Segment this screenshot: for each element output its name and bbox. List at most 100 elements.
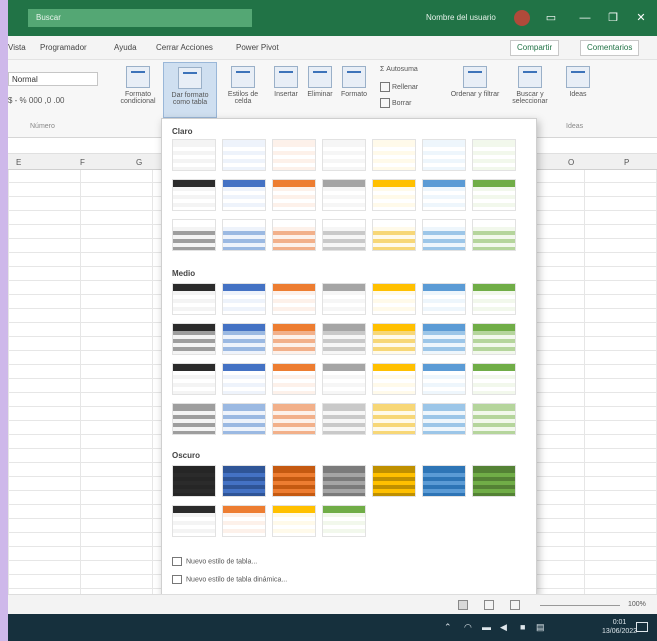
avatar[interactable] bbox=[514, 10, 530, 26]
table-style-swatch[interactable] bbox=[272, 139, 316, 171]
table-style-swatch[interactable] bbox=[322, 283, 366, 315]
table-style-swatch[interactable] bbox=[272, 219, 316, 251]
network-icon[interactable]: ■ bbox=[520, 622, 525, 632]
sort-filter-button[interactable]: Ordenar y filtrar bbox=[448, 66, 502, 98]
column-header[interactable]: P bbox=[624, 158, 629, 167]
table-style-swatch[interactable] bbox=[372, 363, 416, 395]
battery-icon[interactable]: ▬ bbox=[482, 622, 491, 632]
table-style-swatch[interactable] bbox=[172, 139, 216, 171]
clock[interactable]: 0:01 13/06/2022 bbox=[602, 618, 637, 636]
table-style-swatch[interactable] bbox=[422, 403, 466, 435]
table-style-swatch[interactable] bbox=[472, 283, 516, 315]
table-style-swatch[interactable] bbox=[372, 283, 416, 315]
table-style-swatch[interactable] bbox=[172, 465, 216, 497]
normal-view-icon[interactable] bbox=[458, 600, 468, 610]
table-style-swatch[interactable] bbox=[172, 363, 216, 395]
table-style-swatch[interactable] bbox=[472, 179, 516, 211]
tab-vista[interactable]: Vista bbox=[8, 43, 26, 52]
clear-button[interactable]: Borrar bbox=[380, 98, 411, 108]
table-style-swatch[interactable] bbox=[172, 283, 216, 315]
table-style-swatch[interactable] bbox=[372, 179, 416, 211]
maximize-button[interactable]: ❐ bbox=[602, 9, 624, 27]
table-style-swatch[interactable] bbox=[222, 323, 266, 355]
table-style-swatch[interactable] bbox=[222, 219, 266, 251]
table-style-swatch[interactable] bbox=[322, 179, 366, 211]
table-style-swatch[interactable] bbox=[322, 139, 366, 171]
notification-icon[interactable] bbox=[636, 622, 648, 632]
table-style-swatch[interactable] bbox=[272, 323, 316, 355]
column-header[interactable]: E bbox=[16, 158, 21, 167]
comments-button[interactable]: Comentarios bbox=[580, 40, 640, 56]
share-button[interactable]: Compartir bbox=[510, 40, 560, 56]
autosum-button[interactable]: Σ Autosuma bbox=[380, 66, 418, 73]
ideas-button[interactable]: Ideas bbox=[560, 66, 596, 98]
speaker-icon[interactable]: ◀ bbox=[500, 622, 507, 633]
zoom-level[interactable]: 100% bbox=[628, 601, 646, 608]
tab-power-pivot[interactable]: Power Pivot bbox=[236, 43, 279, 52]
chevron-up-icon[interactable]: ⌃ bbox=[444, 622, 452, 633]
zoom-slider[interactable] bbox=[540, 605, 620, 606]
table-style-swatch[interactable] bbox=[472, 465, 516, 497]
table-style-swatch[interactable] bbox=[172, 505, 216, 537]
table-style-swatch[interactable] bbox=[222, 139, 266, 171]
number-format-buttons[interactable]: $ - % 000 ,0 .00 bbox=[8, 96, 64, 105]
insert-button[interactable]: Insertar bbox=[270, 66, 302, 98]
table-style-swatch[interactable] bbox=[272, 465, 316, 497]
table-style-swatch[interactable] bbox=[372, 323, 416, 355]
new-pivot-style-button[interactable]: Nuevo estilo de tabla dinámica... bbox=[172, 575, 287, 584]
format-as-table-button[interactable]: Dar formato como tabla bbox=[163, 62, 217, 118]
minimize-button[interactable]: — bbox=[574, 9, 596, 27]
table-style-swatch[interactable] bbox=[222, 403, 266, 435]
table-style-swatch[interactable] bbox=[472, 403, 516, 435]
table-style-swatch[interactable] bbox=[272, 179, 316, 211]
table-style-swatch[interactable] bbox=[172, 323, 216, 355]
table-style-swatch[interactable] bbox=[222, 465, 266, 497]
ribbon-display-options-icon[interactable]: ▭ bbox=[540, 9, 562, 27]
table-style-swatch[interactable] bbox=[272, 403, 316, 435]
table-style-swatch[interactable] bbox=[372, 403, 416, 435]
table-style-swatch[interactable] bbox=[372, 139, 416, 171]
table-style-swatch[interactable] bbox=[322, 323, 366, 355]
search-box[interactable]: Buscar bbox=[28, 9, 252, 27]
table-style-swatch[interactable] bbox=[322, 219, 366, 251]
table-style-swatch[interactable] bbox=[472, 139, 516, 171]
fill-button[interactable]: Rellenar bbox=[380, 82, 418, 92]
page-break-view-icon[interactable] bbox=[510, 600, 520, 610]
table-style-swatch[interactable] bbox=[372, 465, 416, 497]
column-header[interactable]: F bbox=[80, 158, 85, 167]
close-button[interactable]: ✕ bbox=[630, 9, 652, 27]
cell-styles-button[interactable]: Estilos de celda bbox=[220, 66, 266, 105]
font-style-select[interactable]: Normal bbox=[8, 72, 98, 86]
format-button[interactable]: Formato bbox=[338, 66, 370, 98]
column-header[interactable]: O bbox=[568, 158, 574, 167]
table-style-swatch[interactable] bbox=[422, 283, 466, 315]
table-style-swatch[interactable] bbox=[472, 363, 516, 395]
delete-button[interactable]: Eliminar bbox=[304, 66, 336, 98]
new-table-style-button[interactable]: Nuevo estilo de tabla... bbox=[172, 557, 257, 566]
table-style-swatch[interactable] bbox=[272, 363, 316, 395]
column-header[interactable]: G bbox=[136, 158, 142, 167]
table-style-swatch[interactable] bbox=[422, 323, 466, 355]
table-style-swatch[interactable] bbox=[422, 139, 466, 171]
table-style-swatch[interactable] bbox=[422, 465, 466, 497]
conditional-format-button[interactable]: Formato condicional bbox=[112, 66, 164, 105]
table-style-swatch[interactable] bbox=[372, 219, 416, 251]
page-layout-view-icon[interactable] bbox=[484, 600, 494, 610]
table-style-swatch[interactable] bbox=[222, 363, 266, 395]
table-style-swatch[interactable] bbox=[422, 179, 466, 211]
table-style-swatch[interactable] bbox=[322, 403, 366, 435]
table-style-swatch[interactable] bbox=[172, 403, 216, 435]
table-style-swatch[interactable] bbox=[472, 323, 516, 355]
table-style-swatch[interactable] bbox=[272, 283, 316, 315]
table-style-swatch[interactable] bbox=[222, 179, 266, 211]
table-style-swatch[interactable] bbox=[422, 219, 466, 251]
tab-ayuda[interactable]: Ayuda bbox=[114, 43, 137, 52]
table-style-swatch[interactable] bbox=[222, 505, 266, 537]
account-name[interactable]: Nombre del usuario bbox=[426, 13, 496, 22]
table-style-swatch[interactable] bbox=[322, 465, 366, 497]
keyboard-icon[interactable]: ▤ bbox=[536, 622, 545, 633]
find-select-button[interactable]: Buscar y seleccionar bbox=[504, 66, 556, 105]
table-style-swatch[interactable] bbox=[422, 363, 466, 395]
wifi-icon[interactable]: ◠ bbox=[464, 622, 472, 633]
table-style-swatch[interactable] bbox=[322, 505, 366, 537]
